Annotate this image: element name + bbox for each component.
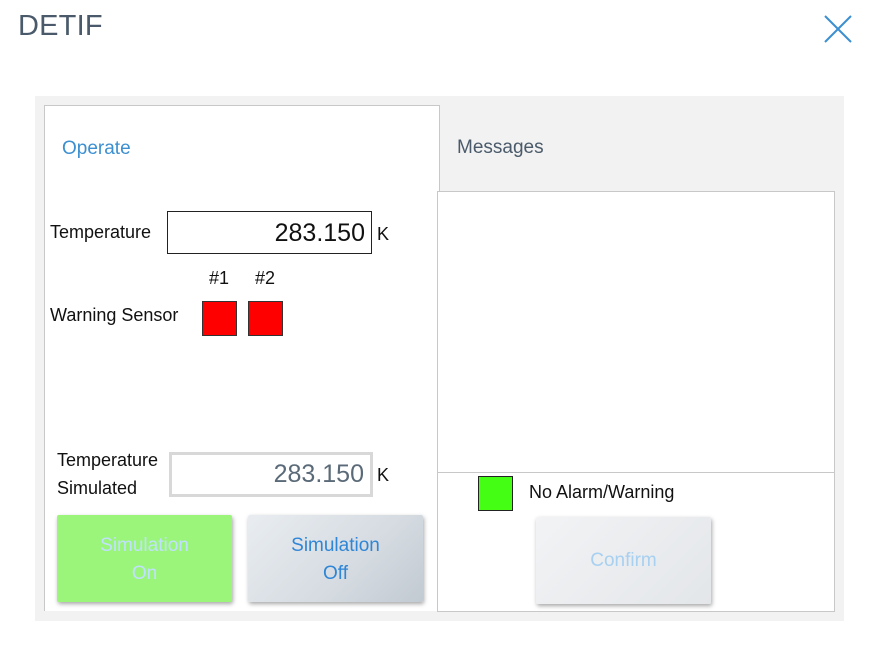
simulation-on-label-line2: On [131,563,158,584]
warning-sensor-2-indicator [248,301,283,336]
temperature-label: Temperature [50,222,152,242]
alarm-status-text: No Alarm/Warning [529,482,675,502]
temperature-value: 283.150 [167,211,372,254]
simulation-off-button[interactable]: Simulation Off [248,515,423,602]
confirm-button[interactable]: Confirm [536,517,711,604]
window-title: DETIF [18,10,103,42]
tab-messages[interactable]: Messages [457,137,544,159]
warning-sensor-label: Warning Sensor [50,305,179,325]
simulation-on-button[interactable]: Simulation On [57,515,232,602]
temp-simulated-unit: K [377,465,390,485]
simulation-on-label-line1: Simulation [100,535,189,556]
sensor-1-label: #1 [209,268,230,288]
warning-sensor-1-indicator [202,301,237,336]
sensor-2-label: #2 [255,268,276,288]
messages-divider [437,472,834,473]
alarm-status-indicator [478,476,513,511]
tab-operate-label[interactable]: Operate [62,138,131,160]
simulation-off-label-line1: Simulation [291,535,380,556]
temperature-simulated-input[interactable]: 283.150 [169,452,373,497]
confirm-label: Confirm [590,550,657,571]
temp-simulated-label-line2: Simulated [57,478,138,498]
temperature-unit: K [377,224,390,244]
temp-simulated-label-line1: Temperature [57,450,159,470]
simulation-off-label-line2: Off [323,563,348,584]
close-icon[interactable] [822,13,854,45]
